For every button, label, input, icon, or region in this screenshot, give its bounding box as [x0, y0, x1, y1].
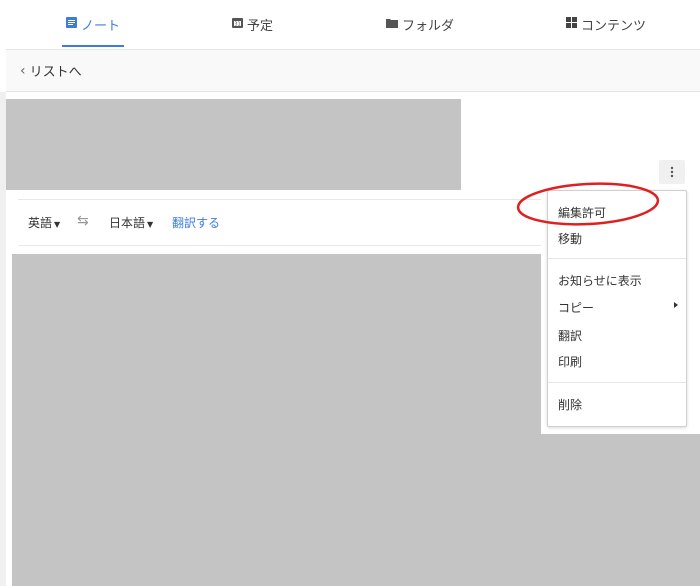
caret-down-icon: ▼ [54, 220, 61, 229]
translate-button[interactable]: 翻訳する [172, 214, 220, 231]
back-label: リストへ [29, 65, 82, 80]
grid-icon [566, 17, 577, 32]
more-vertical-icon [670, 163, 674, 182]
menu-item-move[interactable]: 移動 [548, 225, 686, 251]
tab-schedule[interactable]: 31 予定 [232, 0, 273, 49]
tab-folder[interactable]: フォルダ [386, 0, 454, 49]
menu-item-print[interactable]: 印刷 [548, 348, 686, 374]
menu-divider [548, 382, 686, 383]
menu-item-label: 移動 [558, 232, 583, 246]
source-language-select[interactable]: 英語 ▼ [28, 214, 60, 231]
svg-text:31: 31 [234, 22, 240, 28]
more-options-button[interactable] [659, 160, 685, 184]
target-language-label: 日本語 [109, 216, 146, 230]
context-menu: 編集許可 移動 お知らせに表示 コピー 翻訳 印刷 削除 [547, 190, 687, 427]
top-nav: ノート 31 予定 フォルダ コンテンツ [6, 0, 700, 50]
menu-item-label: 編集許可 [558, 206, 607, 220]
back-to-list-link[interactable]: ‹ リストへ [20, 61, 82, 81]
caret-down-icon: ▼ [147, 220, 154, 229]
menu-item-translate[interactable]: 翻訳 [548, 322, 686, 348]
menu-item-label: 削除 [558, 398, 583, 412]
menu-divider [548, 258, 686, 259]
source-language-label: 英語 [28, 216, 53, 230]
menu-item-edit-permission[interactable]: 編集許可 [548, 199, 686, 225]
menu-item-label: 翻訳 [558, 329, 583, 343]
target-language-select[interactable]: 日本語 ▼ [109, 214, 153, 231]
sub-bar: ‹ リストへ [6, 50, 700, 92]
folder-icon [386, 17, 398, 32]
tab-contents[interactable]: コンテンツ [566, 0, 646, 49]
tab-folder-label: フォルダ [402, 19, 455, 34]
tab-note[interactable]: ノート [61, 0, 125, 49]
submenu-arrow-icon [674, 302, 678, 308]
menu-item-delete[interactable]: 削除 [548, 391, 686, 417]
tab-note-label: ノート [81, 19, 121, 34]
tab-contents-label: コンテンツ [581, 19, 647, 34]
note-icon [66, 17, 77, 32]
menu-item-show-in-notice[interactable]: お知らせに表示 [548, 267, 686, 293]
chevron-left-icon: ‹ [20, 62, 26, 79]
calendar-icon: 31 [232, 17, 243, 32]
swap-languages-icon[interactable]: ⇆ [77, 213, 89, 229]
tab-schedule-label: 予定 [247, 19, 274, 34]
translation-bar: 英語 ▼ ⇆ 日本語 ▼ 翻訳する [18, 199, 544, 246]
menu-item-copy[interactable]: コピー [548, 294, 686, 320]
note-title-placeholder [6, 99, 461, 190]
menu-item-label: コピー [558, 301, 595, 315]
menu-item-label: 印刷 [558, 355, 583, 369]
menu-item-label: お知らせに表示 [558, 274, 642, 288]
